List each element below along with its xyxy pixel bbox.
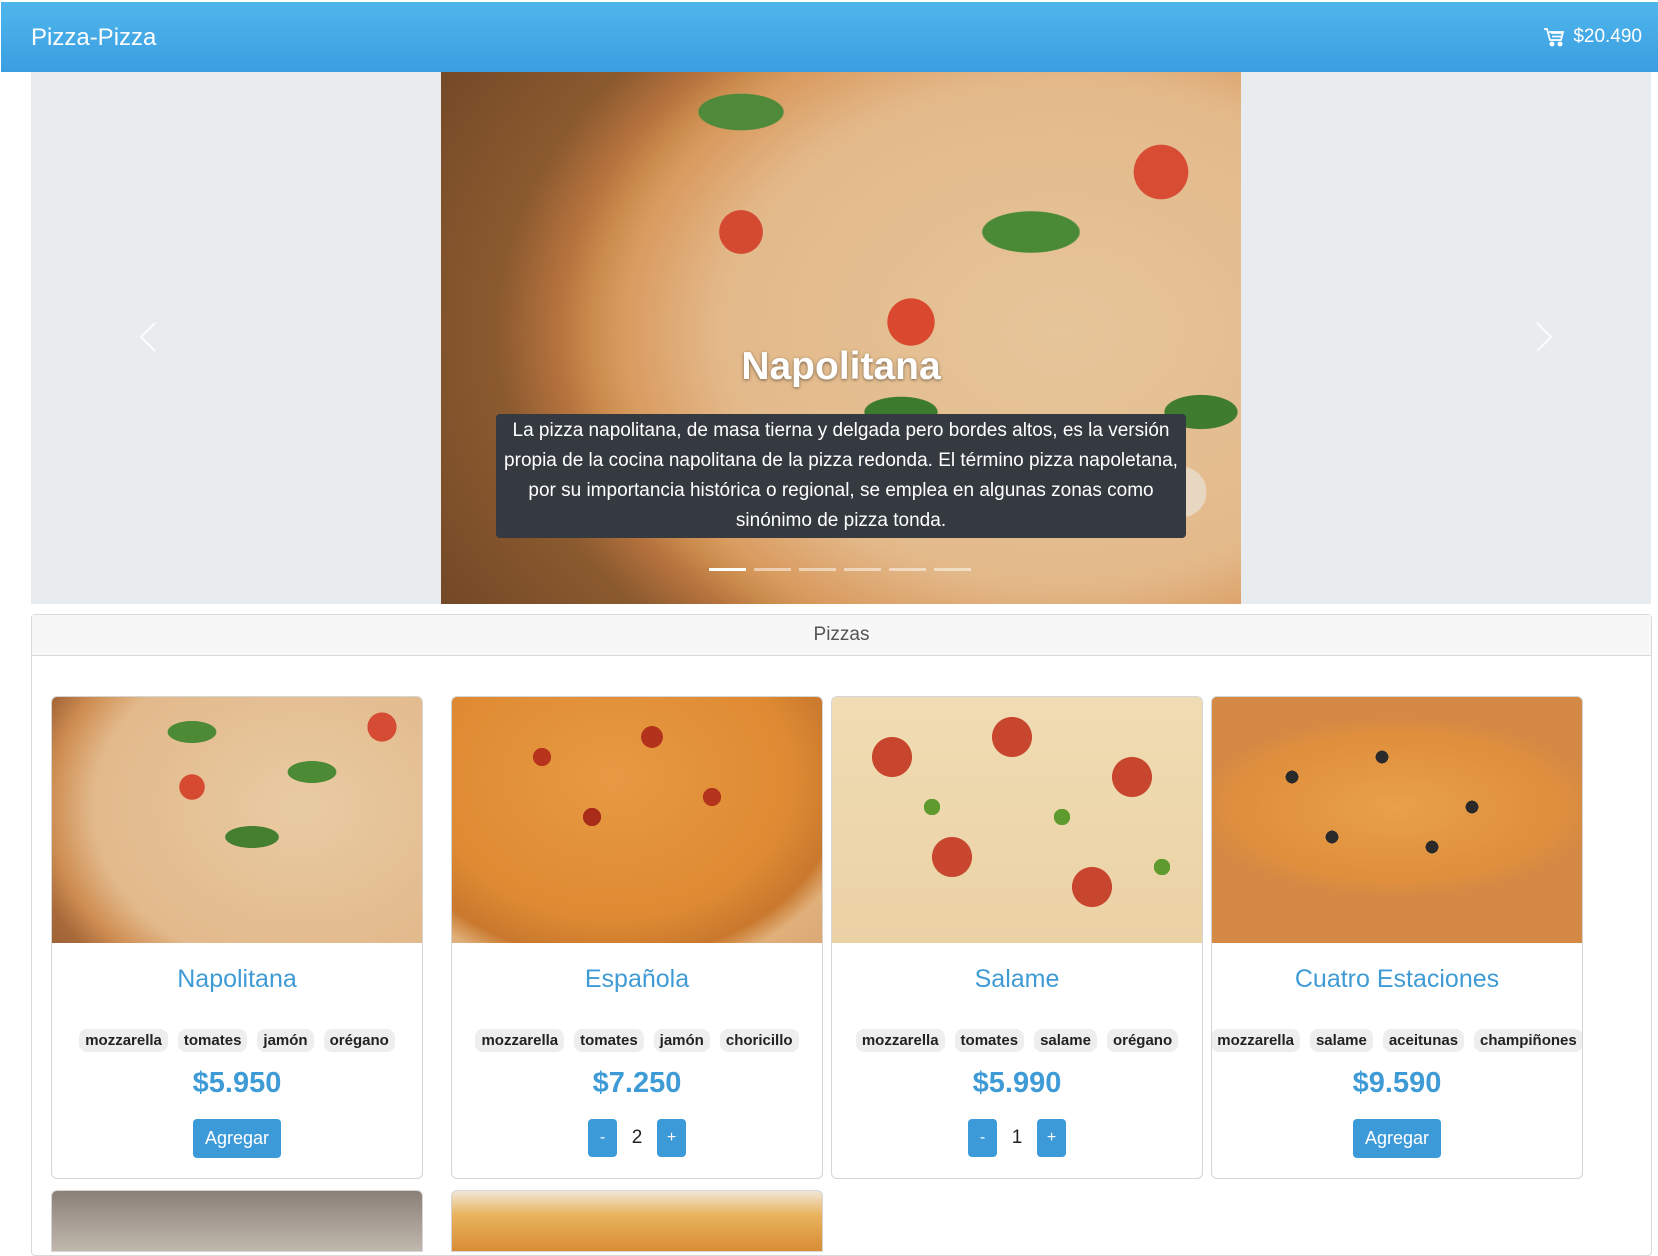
section-title: Pizzas	[32, 615, 1651, 656]
ingredient-tag: jamón	[257, 1029, 314, 1052]
carousel-indicator[interactable]	[889, 568, 926, 571]
navbar: Pizza-Pizza $20.490	[1, 2, 1658, 72]
decrease-quantity-button[interactable]: -	[968, 1119, 997, 1157]
add-to-cart-button[interactable]: Agregar	[1352, 1119, 1442, 1158]
pizza-image	[1212, 697, 1582, 943]
pizza-carousel: Napolitana La pizza napolitana, de masa …	[31, 72, 1651, 604]
ingredient-tag: tomates	[177, 1029, 248, 1052]
cart-total-link[interactable]: $20.490	[1543, 26, 1642, 48]
pizza-image	[832, 697, 1202, 943]
pizza-price: $5.950	[192, 1067, 282, 1099]
carousel-indicator[interactable]	[844, 568, 881, 571]
brand-link[interactable]: Pizza-Pizza	[31, 24, 156, 52]
pizza-name: Española	[584, 965, 690, 993]
ingredient-list: mozzarella tomates jamón orégano	[52, 1029, 422, 1052]
ingredient-list: mozzarella tomates jamón choricillo	[452, 1029, 822, 1052]
carousel-caption-title: Napolitana	[741, 345, 941, 388]
ingredient-tag: tomates	[954, 1029, 1025, 1052]
carousel-indicator[interactable]	[754, 568, 791, 571]
ingredient-tag: mozzarella	[79, 1029, 168, 1052]
chevron-right-icon	[1536, 322, 1553, 352]
add-to-cart-button[interactable]: Agregar	[192, 1119, 282, 1158]
pizza-card: Napolitana mozzarella tomates jamón orég…	[51, 696, 423, 1179]
ingredient-tag: mozzarella	[475, 1029, 565, 1052]
shopping-cart-icon	[1543, 27, 1565, 47]
pizzas-section: Pizzas Napolitana mozzarella tomates jam…	[31, 614, 1652, 1256]
pizza-card: Española mozzarella tomates jamón choric…	[451, 696, 823, 1179]
carousel-indicator[interactable]	[934, 568, 971, 571]
pizza-card-partial	[51, 1190, 423, 1252]
ingredient-tag: choricillo	[719, 1029, 799, 1052]
pizza-price: $5.990	[972, 1067, 1062, 1099]
ingredient-tag: jamón	[653, 1029, 710, 1052]
increase-quantity-button[interactable]: +	[1037, 1119, 1066, 1157]
carousel-prev-button[interactable]	[131, 317, 171, 357]
ingredient-tag: orégano	[323, 1029, 395, 1052]
carousel-caption-text: La pizza napolitana, de masa tierna y de…	[496, 414, 1186, 538]
pizza-card-partial	[451, 1190, 823, 1252]
pizza-price: $7.250	[592, 1067, 682, 1099]
pizza-image	[52, 697, 422, 943]
pizza-name: Cuatro Estaciones	[1294, 965, 1500, 993]
carousel-indicators	[709, 568, 971, 571]
carousel-indicator[interactable]	[709, 568, 746, 571]
pizza-card: Cuatro Estaciones mozzarella salame acei…	[1211, 696, 1583, 1179]
quantity-value: 1	[1011, 1127, 1023, 1148]
decrease-quantity-button[interactable]: -	[588, 1119, 617, 1157]
ingredient-tag: tomates	[574, 1029, 644, 1052]
pizza-name: Napolitana	[177, 965, 297, 993]
ingredient-list: mozzarella salame aceitunas champiñones	[1212, 1029, 1582, 1052]
ingredient-tag: mozzarella	[855, 1029, 945, 1052]
quantity-value: 2	[631, 1127, 643, 1148]
pizza-card: Salame mozzarella tomates salame orégano…	[831, 696, 1203, 1179]
ingredient-tag: champiñones	[1474, 1029, 1582, 1052]
ingredient-tag: mozzarella	[1212, 1029, 1300, 1052]
chevron-left-icon	[139, 322, 156, 352]
pizza-image	[452, 697, 822, 943]
ingredient-tag: salame	[1309, 1029, 1373, 1052]
increase-quantity-button[interactable]: +	[657, 1119, 686, 1157]
pizza-price: $9.590	[1352, 1067, 1442, 1099]
carousel-next-button[interactable]	[1521, 317, 1561, 357]
cart-total: $20.490	[1573, 26, 1642, 47]
ingredient-tag: salame	[1034, 1029, 1097, 1052]
ingredient-tag: orégano	[1106, 1029, 1179, 1052]
ingredient-list: mozzarella tomates salame orégano	[832, 1029, 1202, 1052]
ingredient-tag: aceitunas	[1382, 1029, 1465, 1052]
carousel-indicator[interactable]	[799, 568, 836, 571]
pizza-name: Salame	[974, 965, 1060, 993]
